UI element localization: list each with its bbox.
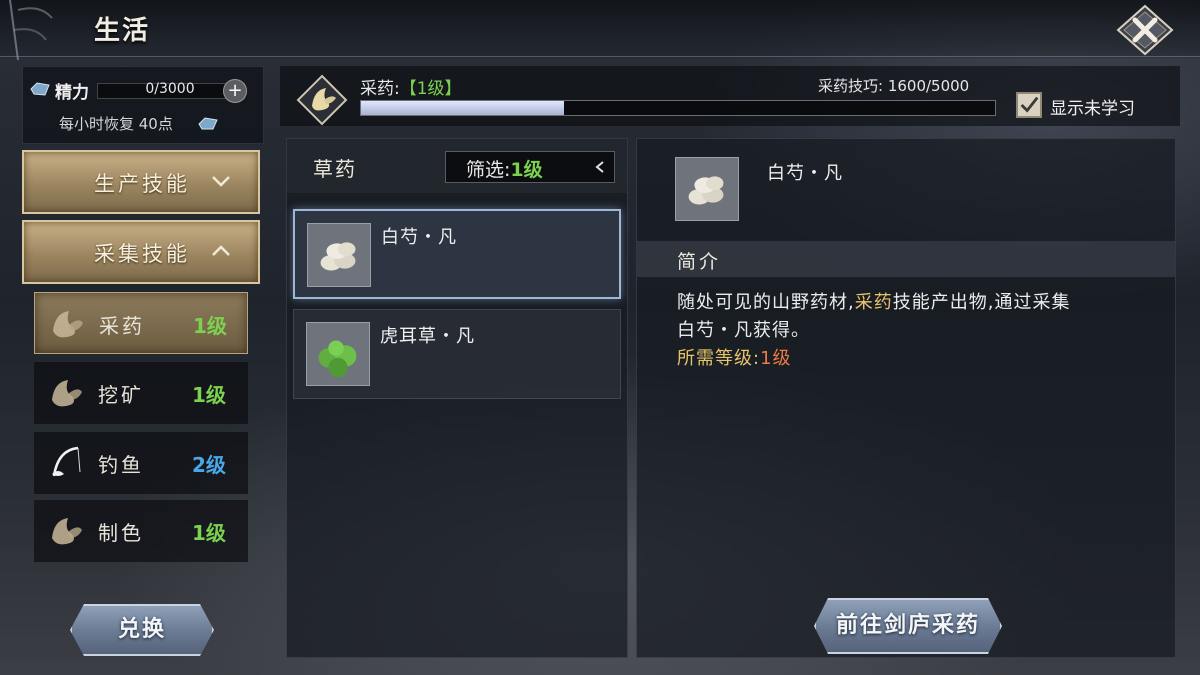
category-production-skills[interactable]: 生产技能 [22, 150, 260, 214]
skill-name: 制色 [98, 521, 144, 545]
skill-level: 1级 [193, 314, 227, 338]
desc-text: 技能产出物,通过采集 [892, 292, 1071, 313]
current-skill-level: 【1级】 [399, 79, 462, 99]
white-peony-icon [307, 223, 371, 287]
filter-prefix: 筛选: [466, 159, 511, 181]
skill-level: 2级 [192, 453, 226, 477]
show-unlearned-label: 显示未学习 [1050, 99, 1135, 119]
show-unlearned-toggle[interactable]: 显示未学习 [1016, 92, 1176, 122]
level-filter-dropdown[interactable]: 筛选:1级 [445, 151, 615, 183]
proficiency-progress-bar [360, 100, 996, 116]
current-skill-title: 采药:【1级】 [360, 74, 462, 99]
chevron-left-icon [595, 161, 604, 173]
add-stamina-button[interactable]: + [223, 79, 247, 103]
intro-label: 简介 [677, 251, 722, 273]
skill-name: 采药 [99, 314, 145, 338]
dye-leaf-icon [52, 518, 82, 545]
fishing-rod-icon [52, 446, 81, 477]
stamina-panel: 精力 0/3000 + 每小时恢复 40点 [22, 66, 264, 144]
chevron-up-icon [212, 245, 230, 256]
skill-row-fishing[interactable]: 钓鱼 2级 [34, 432, 248, 494]
category-gathering-skills[interactable]: 采集技能 [22, 220, 260, 284]
desc-text: 随处可见的山野药材, [677, 292, 855, 313]
filter-label: 筛选:1级 [466, 155, 543, 182]
stamina-crystal-icon [198, 117, 218, 130]
desc-text: 白芍・凡获得。 [677, 320, 810, 341]
skill-row-mining[interactable]: 挖矿 1级 [34, 362, 248, 424]
proficiency-text: 采药技巧: 1600/5000 [818, 77, 970, 95]
skill-row-herbalism[interactable]: 采药 1级 [34, 292, 248, 354]
herb-leaf-icon [53, 311, 83, 338]
intro-section-header: 简介 [637, 241, 1175, 277]
skill-progress-header: 采药:【1级】 采药技巧: 1600/5000 显示未学习 [280, 66, 1180, 126]
herb-list-panel: 草药 筛选:1级 白芍・凡 虎耳草・凡 [286, 138, 628, 658]
required-level-value: 1级 [760, 348, 792, 369]
ore-leaf-icon [52, 380, 82, 407]
skill-name: 钓鱼 [98, 453, 144, 477]
list-item-saxifrage[interactable]: 虎耳草・凡 [293, 309, 621, 399]
goto-gathering-button[interactable]: 前往剑庐采药 [814, 598, 1002, 654]
list-header: 草药 筛选:1级 [287, 139, 627, 193]
filter-value: 1级 [510, 159, 543, 181]
skill-level: 1级 [192, 383, 226, 407]
item-detail-panel: 白芍・凡 简介 随处可见的山野药材,采药技能产出物,通过采集 白芍・凡获得。 所… [636, 138, 1176, 658]
category-label: 采集技能 [94, 242, 190, 266]
saxifrage-icon [306, 322, 370, 386]
stamina-value: 0/3000 [145, 81, 195, 97]
page-title: 生活 [94, 16, 151, 46]
skill-row-dyeing[interactable]: 制色 1级 [34, 500, 248, 562]
skill-prefix: 采药: [360, 79, 400, 99]
list-title: 草药 [313, 157, 357, 181]
category-label: 生产技能 [94, 172, 190, 196]
close-x-icon[interactable] [1114, 4, 1176, 56]
top-bar-divider [0, 56, 1200, 57]
bamboo-decoration-icon [9, 0, 53, 60]
top-bar [0, 0, 1200, 58]
stamina-crystal-icon [30, 82, 50, 96]
item-name: 虎耳草・凡 [380, 326, 475, 347]
chevron-down-icon [212, 176, 230, 187]
item-name: 白芍・凡 [381, 227, 457, 248]
proficiency-progress-fill [361, 101, 564, 115]
checkbox-checked-icon[interactable] [1016, 92, 1042, 118]
desc-highlight: 采药 [854, 292, 893, 313]
white-peony-icon [675, 157, 739, 221]
skill-level: 1级 [192, 521, 226, 545]
stamina-regen-text: 每小时恢复 40点 [59, 115, 173, 133]
exchange-button[interactable]: 兑换 [70, 604, 214, 656]
stamina-label: 精力 [55, 83, 89, 103]
item-description: 随处可见的山野药材,采药技能产出物,通过采集 白芍・凡获得。 所需等级:1级 [677, 289, 1147, 373]
required-level-label: 所需等级: [677, 348, 761, 369]
detail-item-name: 白芍・凡 [767, 163, 843, 184]
list-item-white-peony[interactable]: 白芍・凡 [293, 209, 621, 299]
herb-badge-icon [296, 74, 348, 126]
skill-name: 挖矿 [98, 383, 144, 407]
